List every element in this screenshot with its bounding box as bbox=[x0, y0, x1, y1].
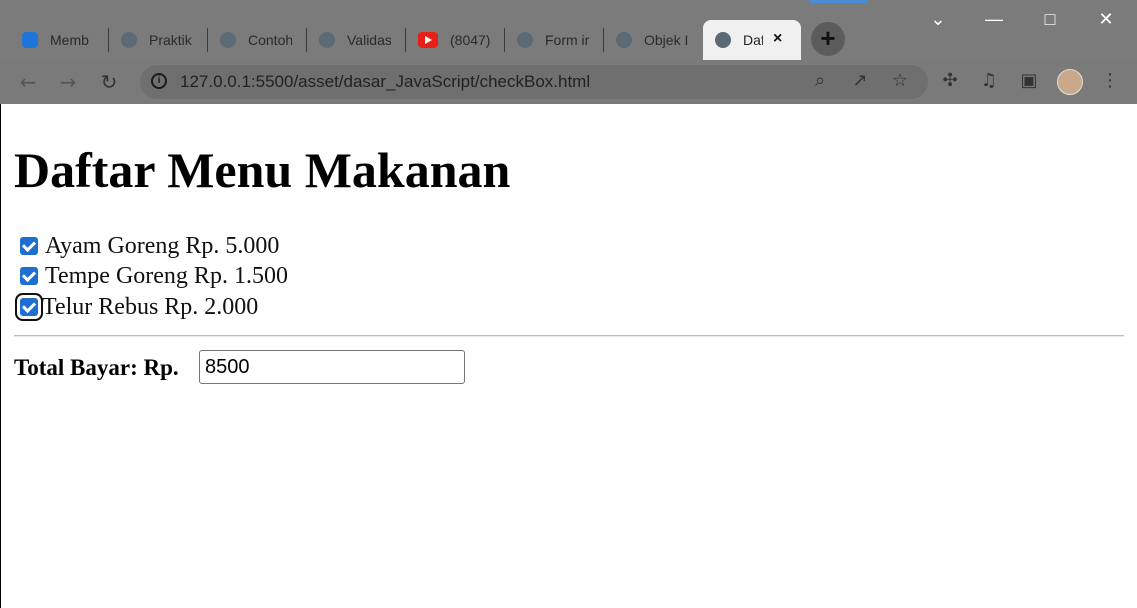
media-icon[interactable]: ♫ bbox=[977, 69, 1001, 93]
tab-daftar-active[interactable]: Daf × bbox=[703, 20, 801, 60]
side-panel-icon[interactable]: ▣ bbox=[1017, 69, 1041, 93]
globe-icon bbox=[616, 32, 632, 48]
globe-icon bbox=[517, 32, 533, 48]
menu-item-telur[interactable]: Telur Rebus Rp. 2.000 bbox=[20, 293, 259, 320]
tab-youtube[interactable]: (8047) bbox=[406, 20, 505, 60]
share-icon[interactable]: ↗ bbox=[848, 69, 872, 93]
youtube-icon bbox=[418, 32, 438, 48]
tab-label: (8047) bbox=[450, 32, 491, 48]
tab-praktik[interactable]: Praktik bbox=[109, 20, 208, 60]
globe-icon bbox=[319, 32, 335, 48]
forward-icon[interactable]: → bbox=[56, 70, 80, 94]
menu-item-tempe[interactable]: Tempe Goreng Rp. 1.500 bbox=[20, 262, 288, 289]
tab-form[interactable]: Form ir bbox=[505, 20, 604, 60]
tab-contoh[interactable]: Contoh bbox=[208, 20, 307, 60]
total-label: Total Bayar: Rp. bbox=[14, 355, 179, 380]
back-icon[interactable]: ← bbox=[16, 70, 40, 94]
menu-icon[interactable]: ⋮ bbox=[1098, 69, 1122, 93]
zoom-icon[interactable]: ⌕ bbox=[808, 69, 832, 93]
reload-icon[interactable]: ↻ bbox=[97, 70, 121, 94]
close-tab-icon[interactable]: × bbox=[773, 31, 789, 47]
item-label: Telur Rebus Rp. 2.000 bbox=[42, 293, 259, 320]
blue-app-icon bbox=[22, 32, 38, 48]
globe-icon bbox=[715, 32, 731, 48]
tab-label: Praktik bbox=[149, 32, 192, 48]
globe-icon bbox=[220, 32, 236, 48]
menu-item-ayam[interactable]: Ayam Goreng Rp. 5.000 bbox=[20, 232, 280, 259]
tab-label: Validas bbox=[347, 32, 391, 48]
checkbox-telur[interactable] bbox=[20, 298, 38, 316]
divider bbox=[14, 335, 1124, 337]
tab-search-icon[interactable]: ⌄ bbox=[910, 0, 966, 40]
tab-membuat[interactable]: Memb bbox=[10, 20, 109, 60]
tab-validas[interactable]: Validas bbox=[307, 20, 406, 60]
new-tab-button[interactable]: + bbox=[811, 22, 845, 56]
total-payment-input[interactable] bbox=[199, 350, 465, 384]
close-window-icon[interactable]: ✕ bbox=[1078, 0, 1134, 40]
tab-label: Memb bbox=[50, 32, 89, 48]
tab-objek[interactable]: Objek I bbox=[604, 20, 703, 60]
checkbox-tempe[interactable] bbox=[20, 267, 38, 285]
item-label: Ayam Goreng Rp. 5.000 bbox=[45, 232, 280, 259]
tab-list: Memb Praktik Contoh Validas (8047) Form … bbox=[10, 18, 801, 60]
extensions-icon[interactable]: ✣ bbox=[938, 69, 962, 93]
checkbox-ayam[interactable] bbox=[20, 237, 38, 255]
tab-label: Form ir bbox=[545, 32, 589, 48]
minimize-icon[interactable]: — bbox=[966, 0, 1022, 40]
tab-label: Contoh bbox=[248, 32, 292, 48]
tab-strip-accent bbox=[810, 0, 868, 3]
bookmark-star-icon[interactable]: ☆ bbox=[888, 69, 912, 93]
profile-avatar[interactable] bbox=[1057, 69, 1083, 95]
item-label: Tempe Goreng Rp. 1.500 bbox=[45, 262, 288, 289]
globe-icon bbox=[121, 32, 137, 48]
site-info-icon[interactable]: i bbox=[151, 73, 167, 89]
tab-label: Daf bbox=[743, 32, 763, 48]
url-text[interactable]: 127.0.0.1:5500/asset/dasar_JavaScript/ch… bbox=[180, 72, 590, 92]
maximize-icon[interactable]: □ bbox=[1022, 0, 1078, 40]
page-title: Daftar Menu Makanan bbox=[14, 142, 511, 198]
tab-label: Objek I bbox=[644, 32, 688, 48]
